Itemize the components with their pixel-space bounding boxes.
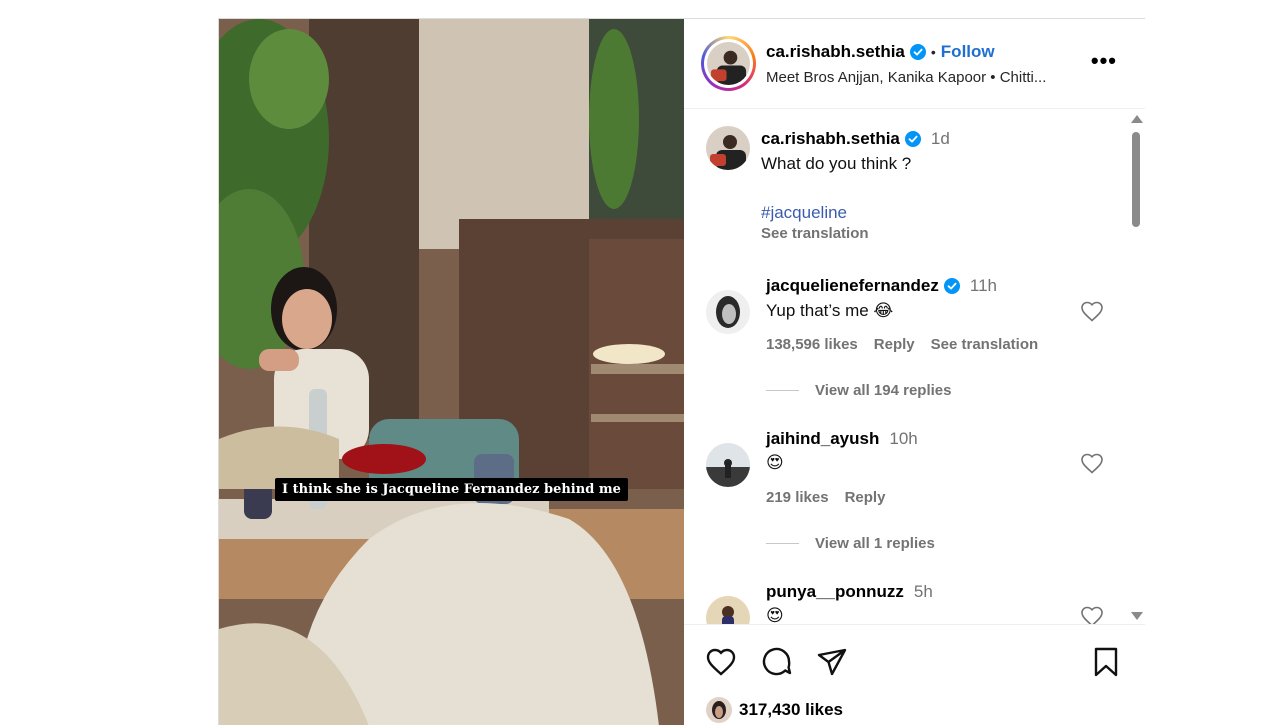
comment-like-heart-icon[interactable] [1080,452,1104,476]
view-replies-button[interactable]: View all 194 replies [766,382,951,399]
header-title-line: ca.rishabh.sethia • Follow [766,42,995,62]
post-likes-count[interactable]: 317,430 likes [739,700,843,720]
scroll-down-arrow-icon[interactable] [1131,612,1143,620]
caption-author-username[interactable]: ca.rishabh.sethia [761,129,900,149]
caption-name-line: ca.rishabh.sethia 1d [761,129,950,149]
view-replies-button[interactable]: View all 1 replies [766,535,935,552]
post-actions: 317,430 likes [684,625,1145,725]
comment-like-heart-icon[interactable] [1080,300,1104,324]
caption-text: What do you think ? [761,154,912,173]
comment-likes-count[interactable]: 138,596 likes [766,336,858,353]
post-header: ca.rishabh.sethia • Follow Meet Bros Anj… [684,19,1145,109]
comment-text: Yup that’s me 😂 [766,301,894,320]
comment-name-line: jacquelienefernandez 11h [766,276,997,296]
view-replies-label: View all 194 replies [815,382,952,399]
comment-text: 😍 [766,453,784,472]
comments-scrollbar[interactable] [1127,110,1145,624]
comment-time: 11h [969,276,997,295]
view-replies-label: View all 1 replies [815,535,935,552]
like-heart-icon[interactable] [704,645,738,679]
author-avatar-image [707,42,750,85]
comment-username[interactable]: punya__ponnuzz [766,582,904,602]
comment-username[interactable]: jaihind_ayush [766,429,879,449]
scroll-up-arrow-icon[interactable] [1131,115,1143,123]
post-likes-row: 317,430 likes [706,697,843,723]
comments-list[interactable]: ca.rishabh.sethia 1d What do you think ?… [684,110,1145,625]
author-avatar[interactable] [701,36,756,91]
comment-like-heart-icon[interactable] [1080,605,1104,625]
verified-badge-icon [904,131,921,147]
follow-button[interactable]: Follow [941,42,995,62]
comment-text: 😍 [766,606,784,625]
replies-divider [766,390,799,391]
liker-avatar[interactable] [706,697,732,723]
comment-name-line: punya__ponnuzz 5h [766,582,933,602]
author-username[interactable]: ca.rishabh.sethia [766,42,905,62]
post-video[interactable]: I think she is Jacqueline Fernandez behi… [219,19,684,725]
separator-dot: • [930,44,936,60]
comment-likes-count[interactable]: 219 likes [766,489,829,506]
caption-see-translation[interactable]: See translation [761,225,869,242]
comment-time: 10h [889,429,918,448]
comment-meta: 138,596 likes Reply See translation [766,336,1038,353]
commenter-avatar[interactable] [706,290,750,334]
comment-bubble-icon[interactable] [760,645,794,679]
scrollbar-thumb[interactable] [1132,132,1140,227]
caption-time: 1d [930,129,950,148]
caption-hashtag-link[interactable]: #jacqueline [761,203,847,223]
comment-reply-button[interactable]: Reply [845,489,886,506]
replies-divider [766,543,799,544]
audio-subtitle[interactable]: Meet Bros Anjjan, Kanika Kapoor • Chitti… [766,69,1046,86]
comment-username[interactable]: jacquelienefernandez [766,276,939,296]
video-frame [219,19,684,725]
verified-badge-icon [943,278,960,294]
save-bookmark-icon[interactable] [1089,645,1123,679]
comment-reply-button[interactable]: Reply [874,336,915,353]
caption-author-avatar[interactable] [706,126,750,170]
commenter-avatar[interactable] [706,443,750,487]
more-options-button[interactable]: ••• [1091,50,1117,72]
instagram-post: I think she is Jacqueline Fernandez behi… [218,18,1145,725]
comment-time: 5h [913,582,933,601]
share-paper-plane-icon[interactable] [815,645,849,679]
commenter-avatar[interactable] [706,596,750,625]
post-details-panel: ca.rishabh.sethia • Follow Meet Bros Anj… [684,19,1145,725]
verified-badge-icon [909,44,926,60]
comment-name-line: jaihind_ayush 10h [766,429,918,449]
comment-meta: 219 likes Reply [766,489,885,506]
comment-see-translation[interactable]: See translation [931,336,1039,353]
video-caption-overlay: I think she is Jacqueline Fernandez behi… [275,478,628,501]
